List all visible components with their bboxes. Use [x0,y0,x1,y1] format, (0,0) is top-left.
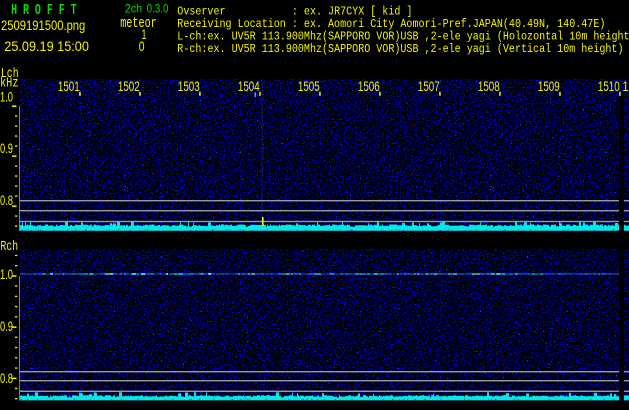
svg-text:0.9: 0.9 [0,318,13,334]
svg-text:1503: 1503 [178,78,200,94]
svg-text:1501: 1501 [58,78,80,94]
svg-text:0.9: 0.9 [0,140,13,156]
svg-text:Rch: Rch [0,240,18,255]
svg-text:1.0: 1.0 [0,266,13,282]
svg-text:1507: 1507 [418,78,440,94]
svg-text:16: 16 [623,78,629,94]
svg-text:1504: 1504 [238,78,260,94]
svg-text:1510: 1510 [598,78,620,94]
svg-text:meteor: meteor [120,16,157,32]
svg-text:1509: 1509 [538,78,560,94]
svg-text:25.09.19 15:00: 25.09.19 15:00 [4,38,89,54]
svg-text:2509191500.png: 2509191500.png [1,17,85,33]
svg-text:0.3.0: 0.3.0 [147,3,169,15]
svg-text:1508: 1508 [478,78,500,94]
svg-text:1506: 1506 [358,78,380,94]
svg-text:0.8: 0.8 [0,192,13,208]
svg-text:1502: 1502 [118,78,140,94]
svg-text:1505: 1505 [298,78,320,94]
svg-text:0.8: 0.8 [0,370,13,386]
svg-text:R-ch:ex. UV5R 113.900Mhz(SAPPO: R-ch:ex. UV5R 113.900Mhz(SAPPORO VOR)USB… [177,42,623,56]
svg-text:2ch: 2ch [125,3,142,15]
svg-text:0: 0 [139,38,145,54]
svg-text:1.0: 1.0 [0,89,13,105]
